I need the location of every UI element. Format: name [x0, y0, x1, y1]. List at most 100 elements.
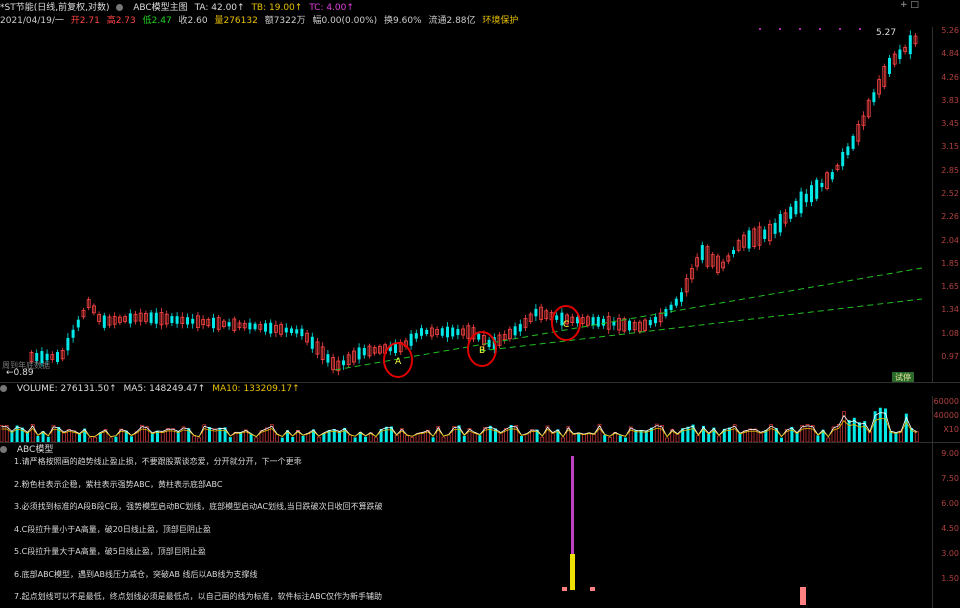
- candle-body: [451, 327, 455, 337]
- axis-tick: 7.50: [941, 474, 959, 483]
- axis-tick: 2.52: [941, 189, 959, 198]
- quote-high: 高2.73: [106, 16, 136, 26]
- axis-tick: 3.45: [941, 119, 959, 129]
- indicator-header: *ST节能(日线,前复权,对数) ABC模型主图 TA: 42.00↑ TB: …: [0, 0, 960, 14]
- signal-dot: [799, 28, 801, 30]
- volume-bar: [78, 433, 81, 442]
- high-price-label: 5.27: [876, 28, 896, 38]
- candle-body: [555, 315, 559, 320]
- quote-amount: 额7322万: [264, 16, 306, 26]
- candle-body: [763, 229, 767, 239]
- candle-body: [45, 353, 49, 361]
- volume-axis: 60000 40000 X10: [932, 396, 960, 442]
- candle-body: [477, 333, 481, 340]
- abc-marker-label: A: [395, 357, 402, 367]
- signal-dot: [819, 28, 821, 30]
- quote-sector[interactable]: 环境保护: [482, 13, 518, 26]
- volume-bar: [738, 433, 742, 442]
- axis-tick: 9.00: [941, 449, 959, 458]
- volume-label: VOLUME: 276131.50↑: [16, 384, 117, 394]
- candle-body: [789, 206, 793, 219]
- candle-body: [534, 308, 538, 317]
- abc-marker-label: C: [563, 320, 569, 330]
- candle-body: [300, 328, 304, 337]
- quote-low: 低2.47: [142, 16, 172, 26]
- axis-tick: 5.26: [941, 26, 959, 35]
- volume-bar: [26, 432, 29, 442]
- axis-tick: 3.00: [941, 549, 959, 558]
- top-dots: [759, 28, 861, 30]
- candlestick-chart[interactable]: ABC 5.27 ←0.89 周到年底数据 试停: [0, 27, 932, 382]
- volume-bar: [894, 432, 898, 442]
- candle-body: [175, 316, 179, 324]
- candle-body: [898, 49, 902, 60]
- candle-body: [414, 333, 418, 339]
- abc-bar-pink: [562, 587, 567, 591]
- volume-bar: [858, 422, 861, 442]
- axis-tick: 1.65: [941, 282, 959, 292]
- volume-bar: [707, 433, 711, 442]
- signal-dot: [779, 28, 781, 30]
- quote-date: 2021/04/19/一: [0, 16, 64, 26]
- volume-bar: [62, 431, 66, 442]
- volume-settings-icon[interactable]: [0, 384, 10, 394]
- candle-body: [872, 92, 876, 103]
- axis-tick: 4.26: [941, 72, 959, 82]
- candle-body: [191, 318, 195, 324]
- candle-body: [596, 316, 600, 327]
- axis-tick: 2.85: [941, 165, 959, 175]
- volume-bar: [524, 433, 529, 442]
- volume-bar: [478, 435, 482, 442]
- candle-body: [409, 333, 413, 346]
- volume-bar: [384, 426, 388, 442]
- abc-bar-pink: [590, 587, 595, 591]
- volume-bar: [218, 427, 222, 442]
- candle-body: [799, 191, 803, 214]
- axis-tick: 3.83: [941, 95, 959, 105]
- abc-bar-pink: [800, 587, 806, 605]
- volume-bar: [577, 432, 581, 442]
- quote-close: 收2.60: [178, 16, 208, 26]
- candle-body: [212, 317, 215, 329]
- volume-bar: [914, 431, 919, 442]
- candle-body: [851, 135, 855, 149]
- axis-tick: 6.00: [941, 499, 959, 508]
- axis-tick: 40000: [933, 411, 959, 420]
- candle-body: [425, 329, 429, 335]
- volume-bar: [571, 433, 576, 442]
- candle-body: [342, 360, 345, 366]
- stock-name[interactable]: *ST节能(日线,前复权,对数): [0, 0, 109, 13]
- candle-body: [290, 328, 293, 334]
- tb-value: TB: 19.00↑: [251, 3, 303, 13]
- candle-body: [227, 322, 231, 327]
- axis-tick: 4.84: [941, 49, 959, 59]
- window-controls[interactable]: + □: [900, 0, 919, 10]
- volume-bar: [758, 432, 763, 442]
- abc-axis: 9.00 7.50 6.00 4.50 3.00 1.50: [932, 443, 960, 608]
- volume-bar: [488, 425, 492, 442]
- candle-body: [269, 322, 273, 334]
- candle-body: [149, 312, 153, 324]
- candle-body: [654, 316, 657, 324]
- volume-bar: [550, 432, 555, 442]
- axis-tick: 1.34: [941, 305, 959, 315]
- candle-body: [841, 151, 845, 167]
- volume-bar: [498, 432, 503, 442]
- axis-tick: 2.04: [941, 235, 959, 245]
- indicator-name[interactable]: ABC模型主图: [133, 0, 187, 13]
- volume-bar: [420, 432, 425, 442]
- candle-body: [732, 249, 735, 255]
- status-badge: 试停: [895, 372, 911, 382]
- axis-tick: 0.97: [941, 352, 959, 361]
- volume-bar: [603, 434, 607, 442]
- candle-body: [56, 351, 59, 363]
- candle-body: [602, 318, 605, 326]
- candle-body: [66, 337, 70, 351]
- volume-chart[interactable]: [0, 396, 932, 442]
- candle-body: [102, 315, 106, 328]
- volume-bar: [675, 434, 680, 442]
- candle-body: [773, 222, 777, 234]
- candle-body: [513, 326, 517, 336]
- volume-bar: [239, 432, 243, 442]
- settings-dot-icon[interactable]: [116, 3, 126, 13]
